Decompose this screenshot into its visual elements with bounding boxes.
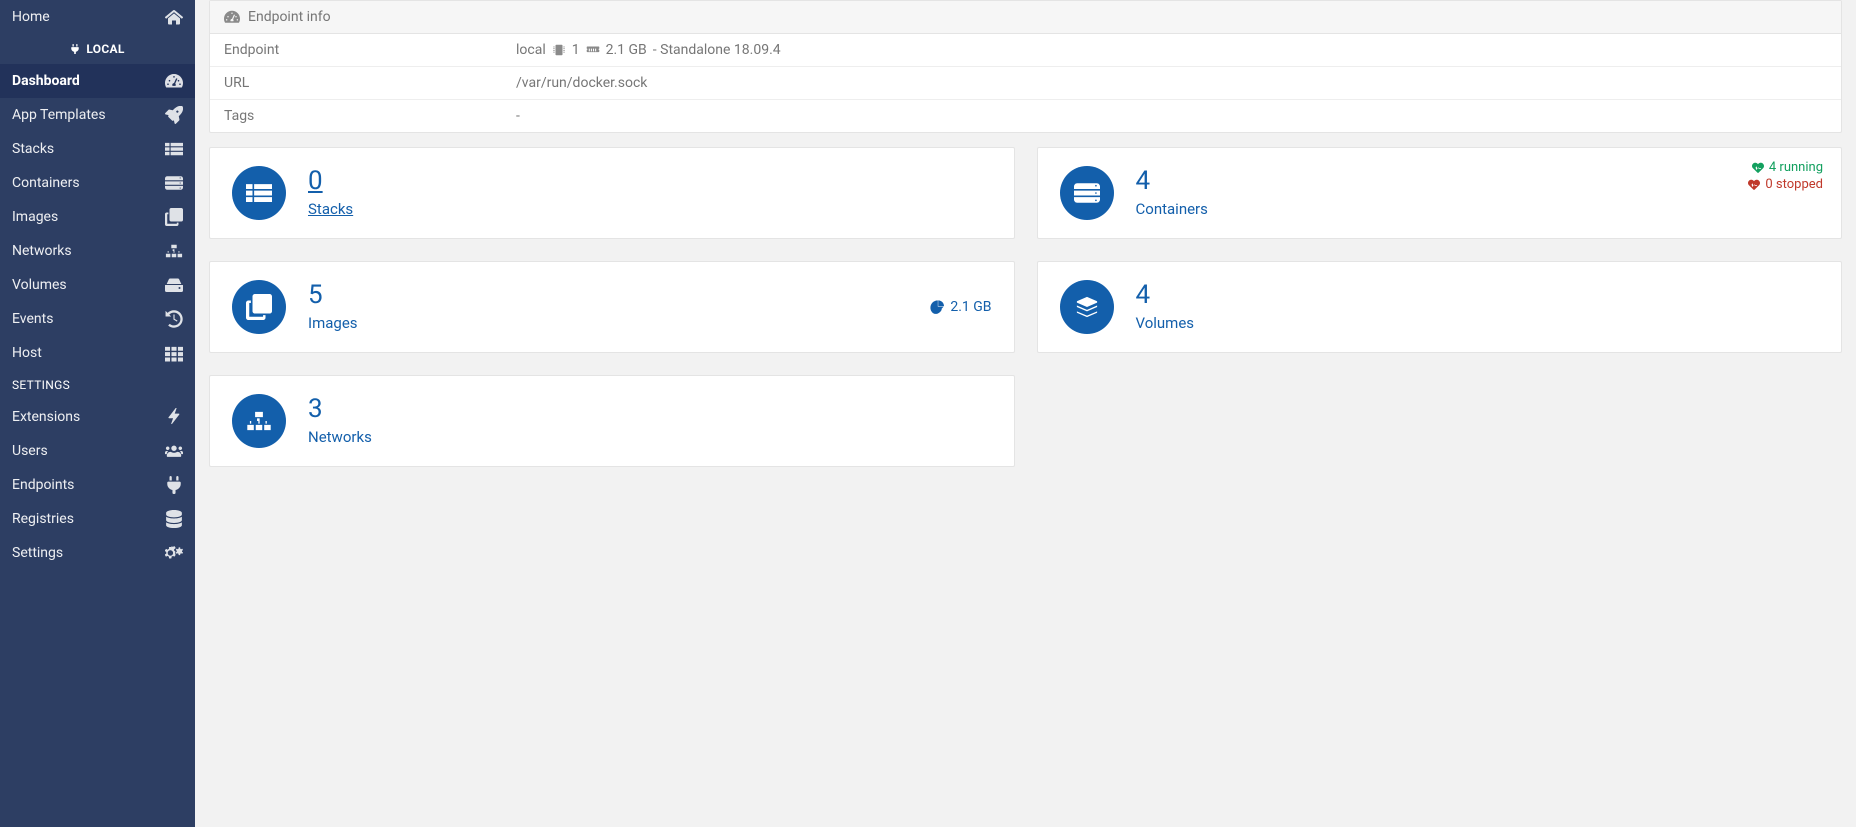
env-name: LOCAL: [86, 42, 124, 56]
nav-host-label: Host: [12, 345, 42, 361]
heartbeat-icon: [1748, 179, 1760, 191]
nav-endpoints[interactable]: Endpoints: [0, 468, 195, 502]
nav-endpoints-label: Endpoints: [12, 477, 74, 493]
nav-volumes-label: Volumes: [12, 277, 67, 293]
images-label: Images: [308, 314, 358, 332]
nav-events-label: Events: [12, 311, 53, 327]
nav-settings-label: Settings: [12, 545, 63, 561]
containers-running: 4 running: [1769, 160, 1823, 175]
containers-label: Containers: [1136, 200, 1208, 218]
main-content: Endpoint info Endpoint local 1 2.1 GB - …: [195, 0, 1856, 827]
chart-pie-icon: [930, 300, 944, 314]
tile-containers[interactable]: 4 Containers 4 running 0 stopped: [1037, 147, 1843, 239]
images-count: 5: [308, 282, 358, 308]
nav-extensions-label: Extensions: [12, 409, 80, 425]
stacks-icon: [232, 166, 286, 220]
endpoint-info-table: Endpoint local 1 2.1 GB - Standalone 18.…: [210, 34, 1841, 132]
th-list-icon: [165, 140, 183, 158]
stacks-label: Stacks: [308, 200, 353, 218]
hdd-icon: [165, 276, 183, 294]
nav-events[interactable]: Events: [0, 302, 195, 336]
nav-images[interactable]: Images: [0, 200, 195, 234]
volumes-count: 4: [1136, 282, 1195, 308]
rocket-icon: [165, 106, 183, 124]
endpoint-value: local 1 2.1 GB - Standalone 18.09.4: [516, 42, 1827, 58]
containers-stopped: 0 stopped: [1765, 177, 1823, 192]
nav-stacks[interactable]: Stacks: [0, 132, 195, 166]
networks-count: 3: [308, 396, 372, 422]
settings-section-title: SETTINGS: [0, 370, 195, 400]
volumes-label: Volumes: [1136, 314, 1195, 332]
endpoint-info-panel: Endpoint info Endpoint local 1 2.1 GB - …: [209, 0, 1842, 133]
cogs-icon: [165, 544, 183, 562]
nav-home-label: Home: [12, 9, 50, 25]
memory-icon: [586, 43, 600, 57]
home-icon: [165, 8, 183, 26]
nav-images-label: Images: [12, 209, 58, 225]
nav-registries-label: Registries: [12, 511, 74, 527]
containers-count: 4: [1136, 168, 1208, 194]
database-icon: [165, 510, 183, 528]
tachometer-icon: [224, 9, 240, 25]
endpoint-mode: - Standalone 18.09.4: [653, 42, 781, 58]
clone-icon: [165, 208, 183, 226]
plug-icon: [70, 44, 80, 54]
nav-home[interactable]: Home: [0, 0, 195, 34]
nav-containers[interactable]: Containers: [0, 166, 195, 200]
nav-app-templates[interactable]: App Templates: [0, 98, 195, 132]
tile-images[interactable]: 5 Images 2.1 GB: [209, 261, 1015, 353]
env-label: LOCAL: [0, 34, 195, 64]
users-icon: [165, 442, 183, 460]
tile-stacks[interactable]: 0 Stacks: [209, 147, 1015, 239]
nav-dashboard-label: Dashboard: [12, 73, 80, 89]
sidebar: Home LOCAL Dashboard App Templates Stack…: [0, 0, 195, 827]
nav-containers-label: Containers: [12, 175, 80, 191]
images-size: 2.1 GB: [930, 299, 991, 315]
endpoint-info-title: Endpoint info: [248, 9, 331, 25]
containers-icon: [1060, 166, 1114, 220]
nav-extensions[interactable]: Extensions: [0, 400, 195, 434]
networks-label: Networks: [308, 428, 372, 446]
tags-value: -: [502, 100, 1841, 133]
nav-stacks-label: Stacks: [12, 141, 54, 157]
nav-host[interactable]: Host: [0, 336, 195, 370]
endpoint-name: local: [516, 42, 546, 58]
dashboard-tiles: 0 Stacks 5 Images 2.1 GB: [209, 147, 1842, 467]
endpoint-ram: 2.1 GB: [606, 42, 647, 58]
microchip-icon: [552, 43, 566, 57]
url-value: /var/run/docker.sock: [502, 67, 1841, 100]
sitemap-icon: [165, 242, 183, 260]
tags-label: Tags: [210, 100, 502, 133]
nav-networks[interactable]: Networks: [0, 234, 195, 268]
nav-dashboard[interactable]: Dashboard: [0, 64, 195, 98]
nav-registries[interactable]: Registries: [0, 502, 195, 536]
nav-settings[interactable]: Settings: [0, 536, 195, 570]
endpoint-label: Endpoint: [210, 34, 502, 67]
networks-icon: [232, 394, 286, 448]
th-icon: [165, 344, 183, 362]
tachometer-icon: [165, 72, 183, 90]
plug-icon: [165, 476, 183, 494]
nav-users[interactable]: Users: [0, 434, 195, 468]
history-icon: [165, 310, 183, 328]
nav-users-label: Users: [12, 443, 48, 459]
containers-status: 4 running 0 stopped: [1748, 160, 1823, 192]
url-label: URL: [210, 67, 502, 100]
bolt-icon: [165, 408, 183, 426]
endpoint-info-header: Endpoint info: [210, 1, 1841, 34]
endpoint-cpu: 1: [572, 42, 580, 58]
images-size-value: 2.1 GB: [950, 299, 991, 315]
tile-networks[interactable]: 3 Networks: [209, 375, 1015, 467]
stacks-count: 0: [308, 168, 353, 194]
heartbeat-icon: [1752, 162, 1764, 174]
nav-volumes[interactable]: Volumes: [0, 268, 195, 302]
nav-networks-label: Networks: [12, 243, 72, 259]
server-icon: [165, 174, 183, 192]
images-icon: [232, 280, 286, 334]
volumes-icon: [1060, 280, 1114, 334]
tile-volumes[interactable]: 4 Volumes: [1037, 261, 1843, 353]
nav-app-templates-label: App Templates: [12, 107, 106, 123]
